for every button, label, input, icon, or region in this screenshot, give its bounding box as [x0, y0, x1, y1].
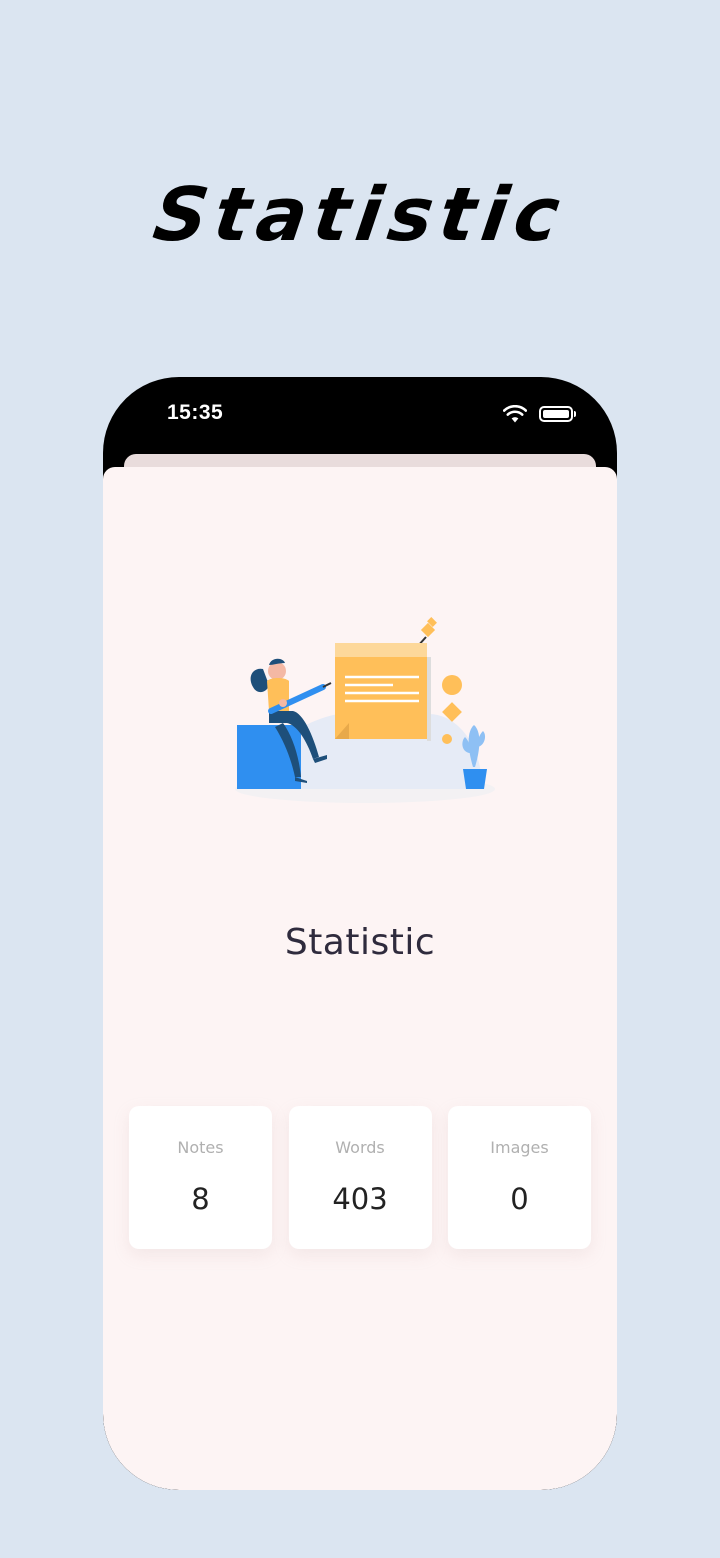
- wifi-icon: [503, 405, 527, 423]
- images-stat-label: Images: [490, 1138, 549, 1157]
- battery-icon: [539, 406, 576, 422]
- note-writing-illustration: [235, 617, 495, 803]
- words-stat-value: 403: [332, 1182, 388, 1216]
- phone-frame: 15:35 Statistic Notes 8 Words 403 Images…: [103, 377, 617, 1490]
- notes-stat-value: 8: [191, 1182, 210, 1216]
- statistic-sheet: Statistic Notes 8 Words 403 Images 0: [103, 467, 617, 1490]
- words-stat-card[interactable]: Words 403: [288, 1106, 432, 1249]
- notes-stat-label: Notes: [177, 1138, 224, 1157]
- images-stat-value: 0: [510, 1182, 529, 1216]
- status-time: 15:35: [167, 401, 224, 424]
- stats-row: Notes 8 Words 403 Images 0: [129, 1106, 591, 1249]
- words-stat-label: Words: [335, 1138, 385, 1157]
- notes-stat-card[interactable]: Notes 8: [129, 1106, 272, 1249]
- page-title: Statistic: [284, 922, 436, 963]
- images-stat-card[interactable]: Images 0: [448, 1106, 591, 1249]
- hero-title: Statistic: [148, 172, 572, 258]
